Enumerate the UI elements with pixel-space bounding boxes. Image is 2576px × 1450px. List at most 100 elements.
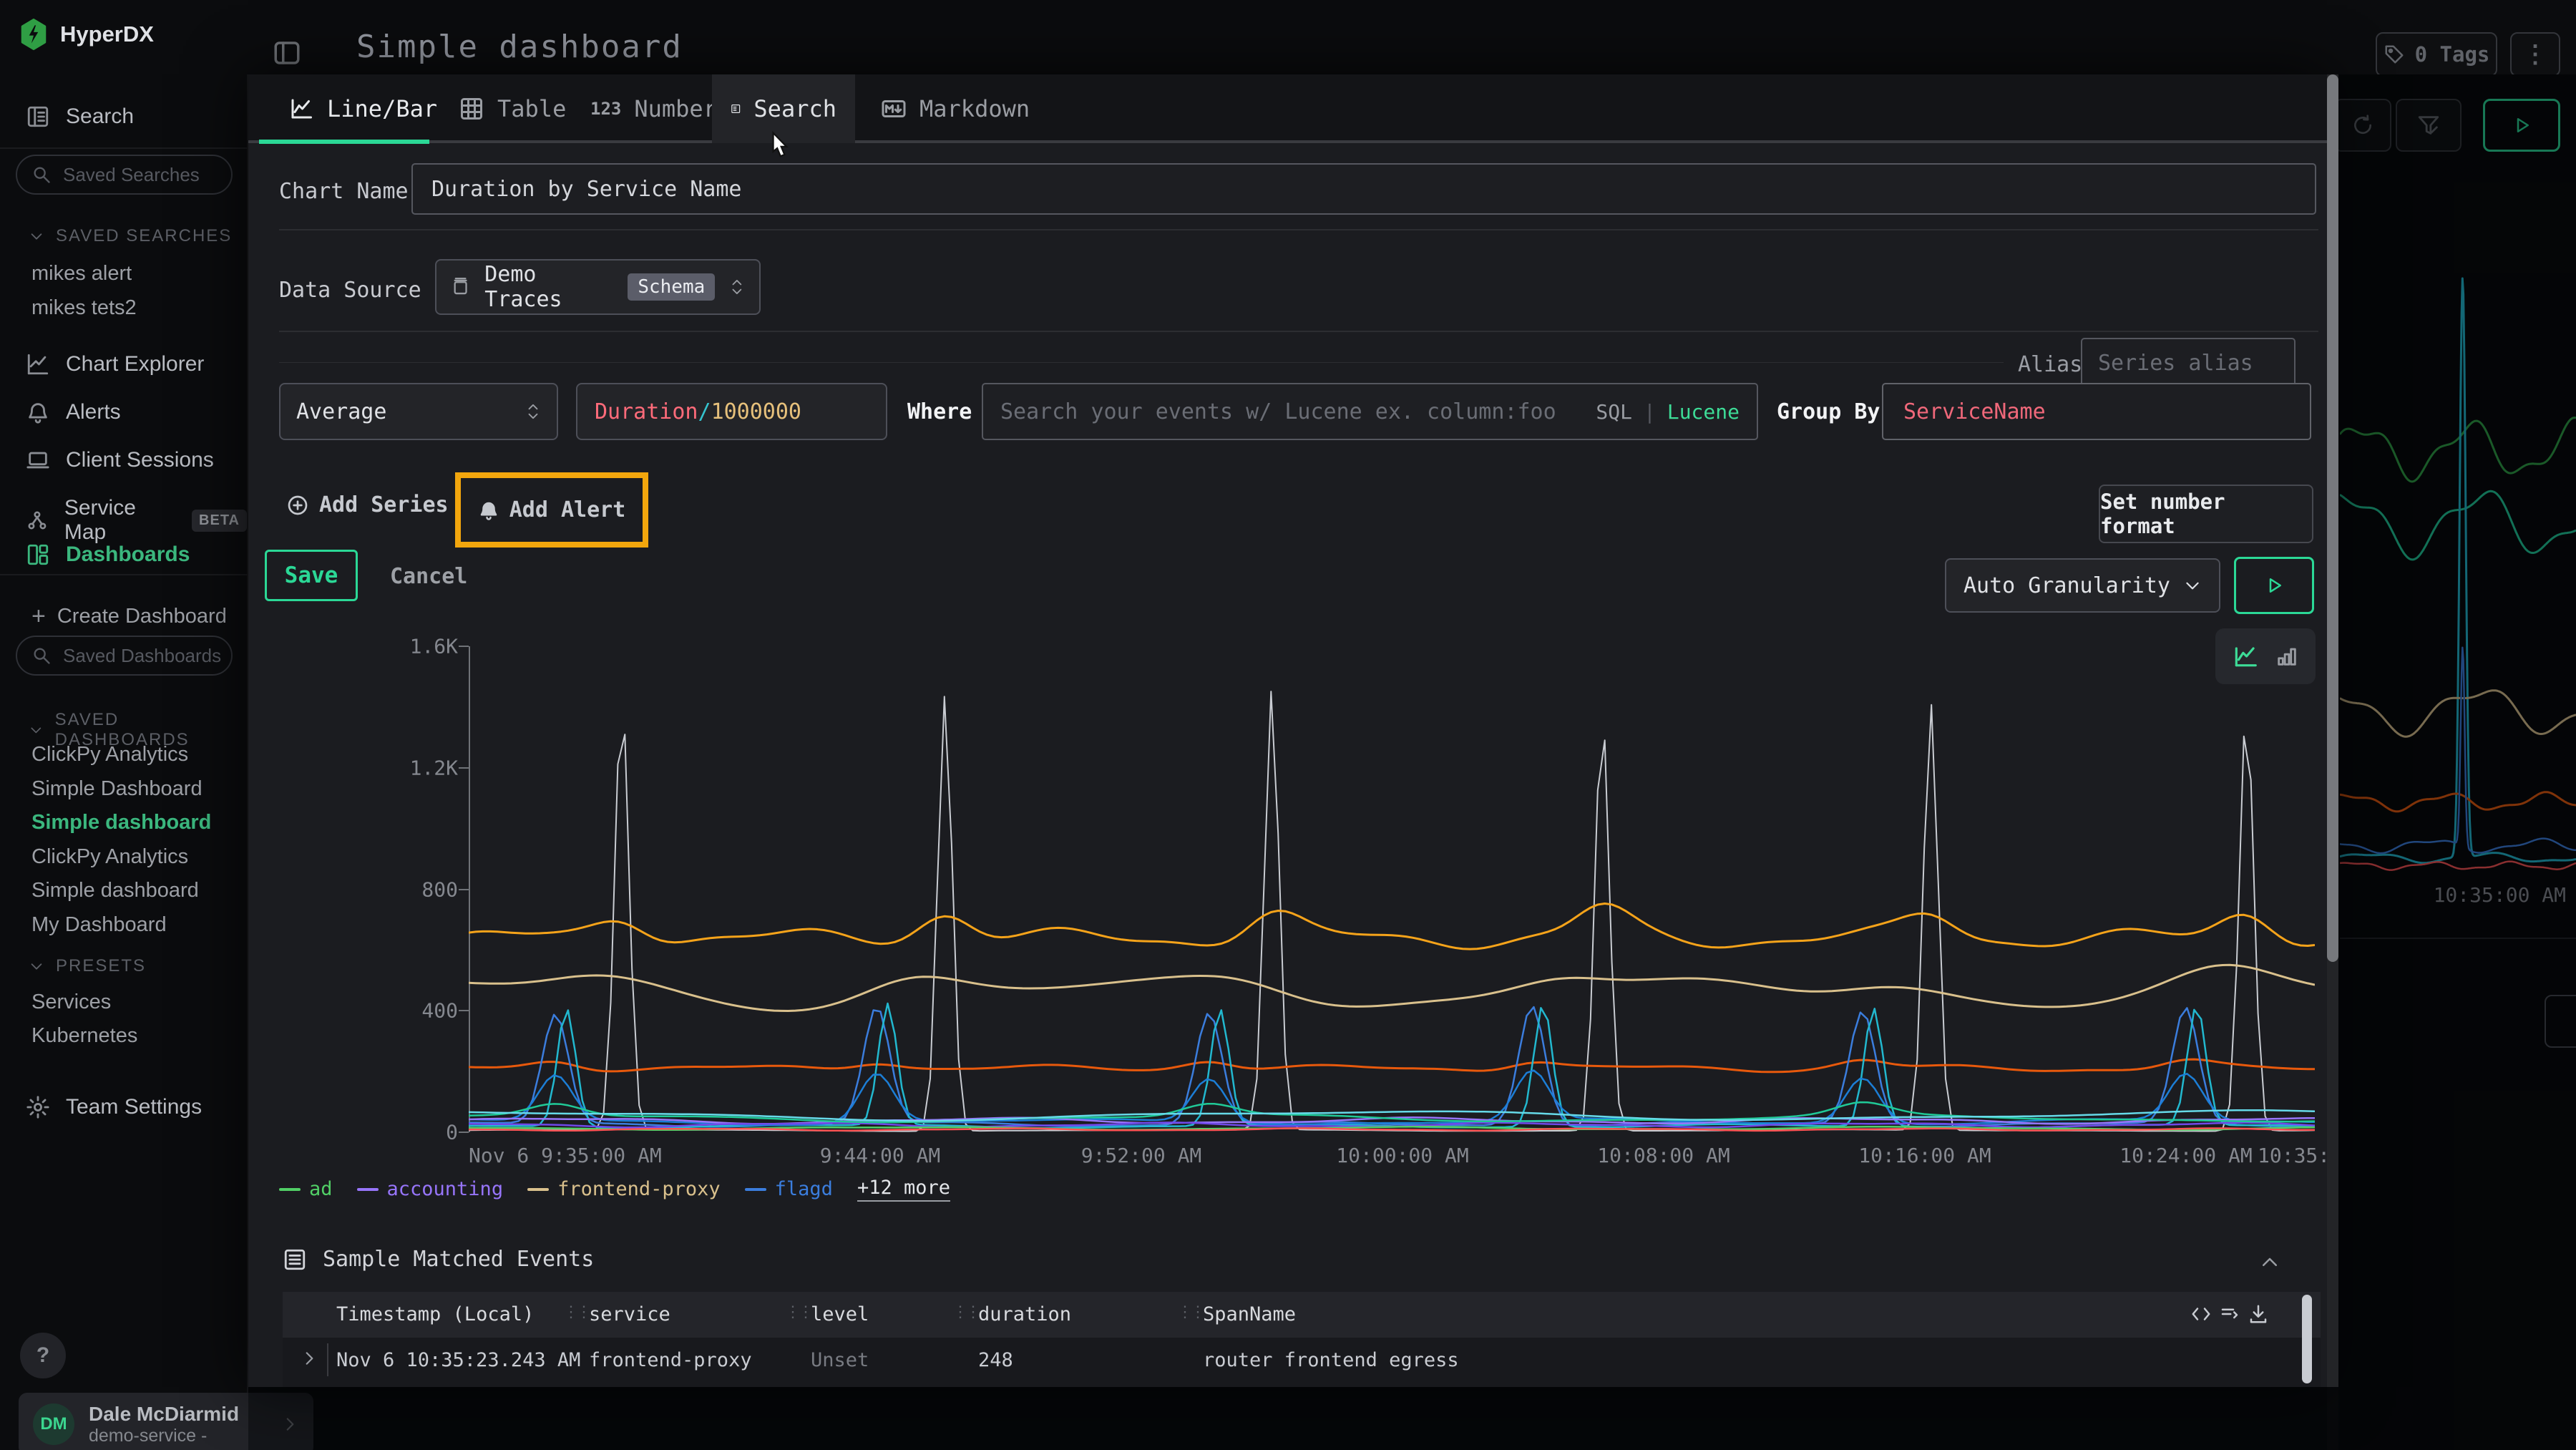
sidebar-dashboard-item[interactable]: My Dashboard [31, 913, 167, 937]
x-tick: 9:52:00 AM [1081, 1144, 1202, 1167]
legend-item[interactable]: ad [279, 1178, 333, 1200]
sidebar-item-dashboards[interactable]: Dashboards [26, 542, 190, 567]
where-input[interactable]: Search your events w/ Lucene ex. column:… [982, 383, 1758, 440]
kebab-menu-button[interactable]: ⋮ [2510, 32, 2560, 77]
legend-item[interactable]: accounting [357, 1178, 504, 1200]
collapse-panel-icon[interactable] [2259, 1252, 2280, 1273]
sidebar-dashboard-item[interactable]: Simple Dashboard [31, 777, 203, 801]
col-header-timestamp[interactable]: Timestamp (Local) [336, 1303, 534, 1325]
cancel-button[interactable]: Cancel [390, 564, 467, 589]
refresh-button[interactable] [2334, 99, 2391, 152]
table-icon [459, 96, 484, 122]
search-list-icon [731, 96, 741, 122]
field-input[interactable]: Duration/1000000 [576, 383, 887, 440]
user-menu[interactable]: DM Dale McDiarmid demo-service - [19, 1393, 313, 1450]
run-query-button[interactable] [2483, 99, 2560, 152]
sidebar-item-client-sessions[interactable]: Client Sessions [26, 448, 214, 472]
legend-item[interactable]: flagd [745, 1178, 833, 1200]
top-bar: HyperDX Simple dashboard 0 Tags ⋮ [0, 0, 2576, 74]
saved-searches-input[interactable]: Saved Searches [16, 155, 233, 195]
drag-handle-icon[interactable]: ⋮⋮ [952, 1303, 978, 1321]
sidebar-item-service-map[interactable]: Service Map BETA [26, 496, 247, 545]
number-123-icon: 123 [590, 99, 621, 119]
help-button[interactable]: ? [20, 1333, 66, 1378]
download-icon[interactable] [2248, 1303, 2269, 1325]
tab-markdown[interactable]: Markdown [862, 74, 1048, 143]
database-icon [451, 276, 470, 298]
saved-dashboards-input[interactable]: Saved Dashboards [16, 636, 233, 676]
sidebar-dashboard-item[interactable]: ClickPy Analytics [31, 845, 188, 869]
sidebar-dashboard-item[interactable]: Simple dashboard [31, 879, 199, 902]
saved-searches-section[interactable]: SAVED SEARCHES [29, 226, 232, 246]
lucene-mode-button[interactable]: Lucene [1667, 400, 1740, 424]
play-icon [2263, 575, 2285, 596]
editor-tab-strip: Line/Bar Table 123 Number Search Markdow… [248, 74, 2327, 143]
col-header-spanname[interactable]: SpanName [1203, 1303, 1296, 1325]
create-dashboard-button[interactable]: + Create Dashboard [31, 603, 227, 631]
aggregation-select[interactable]: Average [279, 383, 558, 440]
col-header-level[interactable]: level [811, 1303, 869, 1325]
event-row[interactable]: Nov 6 10:35:23.243 AM frontend-proxy Uns… [283, 1382, 2321, 1387]
modal-dim-overlay [248, 1387, 2327, 1450]
markdown-icon [881, 96, 907, 122]
y-tick: 1.2K [401, 756, 458, 780]
x-tick: 10:16:00 AM [1858, 1144, 1991, 1167]
legend-item[interactable]: frontend-proxy [527, 1178, 721, 1200]
sidebar-dashboard-item[interactable]: ClickPy Analytics [31, 743, 188, 767]
tab-number[interactable]: 123 Number [572, 74, 736, 143]
sidebar-item-search[interactable]: Search [26, 104, 134, 129]
events-table: Timestamp (Local) ⋮⋮ service ⋮⋮ level ⋮⋮… [283, 1292, 2321, 1387]
brand[interactable]: HyperDX [20, 19, 154, 50]
add-series-button[interactable]: Add Series [286, 492, 449, 517]
sidebar-divider [0, 147, 248, 149]
page-title[interactable]: Simple dashboard [356, 29, 683, 65]
expand-row-icon[interactable] [300, 1349, 318, 1368]
drag-handle-icon[interactable]: ⋮⋮ [1177, 1303, 1203, 1321]
gear-icon [26, 1095, 50, 1119]
sidebar-item-mikes-tets2[interactable]: mikes tets2 [31, 296, 137, 320]
set-number-format-button[interactable]: Set number format [2099, 485, 2313, 543]
sidebar-item-mikes-alert[interactable]: mikes alert [31, 262, 132, 286]
sidebar-item-team-settings[interactable]: Team Settings [26, 1095, 202, 1119]
plus-circle-icon [286, 494, 309, 517]
run-chart-button[interactable] [2234, 557, 2314, 614]
sidebar-item-alerts[interactable]: Alerts [26, 400, 121, 424]
granularity-select[interactable]: Auto Granularity [1945, 558, 2220, 613]
tab-table[interactable]: Table [440, 74, 585, 143]
sql-mode-button[interactable]: SQL [1596, 400, 1632, 424]
drag-handle-icon[interactable]: ⋮⋮ [563, 1303, 589, 1321]
sidebar-dashboard-item-active[interactable]: Simple dashboard [31, 811, 211, 835]
tab-line-bar[interactable]: Line/Bar [270, 74, 456, 143]
data-source-select[interactable]: Demo Traces Schema [435, 259, 761, 315]
group-by-input[interactable]: ServiceName [1882, 383, 2311, 440]
event-row[interactable]: Nov 6 10:35:23.243 AM frontend-proxy Uns… [283, 1338, 2321, 1382]
sidebar-preset-kubernetes[interactable]: Kubernetes [31, 1024, 137, 1048]
save-button[interactable]: Save [265, 550, 358, 601]
chart-name-input[interactable]: Duration by Service Name [411, 163, 2316, 215]
filter-button[interactable] [2396, 99, 2462, 152]
modal-scrollbar-thumb[interactable] [2327, 74, 2338, 962]
presets-section[interactable]: PRESETS [29, 956, 146, 976]
cell-spanname: router frontend egress [1203, 1349, 1459, 1371]
code-view-icon[interactable] [2190, 1303, 2212, 1325]
chart-series-bg [2340, 792, 2576, 812]
user-team: demo-service - [89, 1426, 266, 1446]
y-tick: 400 [401, 999, 458, 1023]
sidebar-preset-services[interactable]: Services [31, 991, 111, 1014]
drag-handle-icon[interactable]: ⋮⋮ [785, 1303, 811, 1321]
sidebar-item-chart-explorer[interactable]: Chart Explorer [26, 352, 204, 376]
alias-input[interactable]: Series alias [2081, 338, 2296, 388]
sidebar-collapse-icon[interactable] [272, 37, 302, 69]
col-header-duration[interactable]: duration [978, 1303, 1071, 1325]
add-alert-button[interactable]: Add Alert [478, 497, 626, 522]
col-header-service[interactable]: service [589, 1303, 670, 1325]
legend-more-link[interactable]: +12 more [857, 1177, 950, 1202]
background-chart [2340, 236, 2576, 887]
chevron-down-icon [2183, 576, 2202, 595]
sort-lines-icon[interactable] [2219, 1303, 2240, 1325]
divider [279, 331, 2318, 332]
tags-button[interactable]: 0 Tags [2376, 32, 2497, 77]
sample-events-header[interactable]: Sample Matched Events [283, 1247, 594, 1272]
cell-level: Unset [811, 1349, 869, 1371]
chart-series-bg [2340, 862, 2576, 870]
